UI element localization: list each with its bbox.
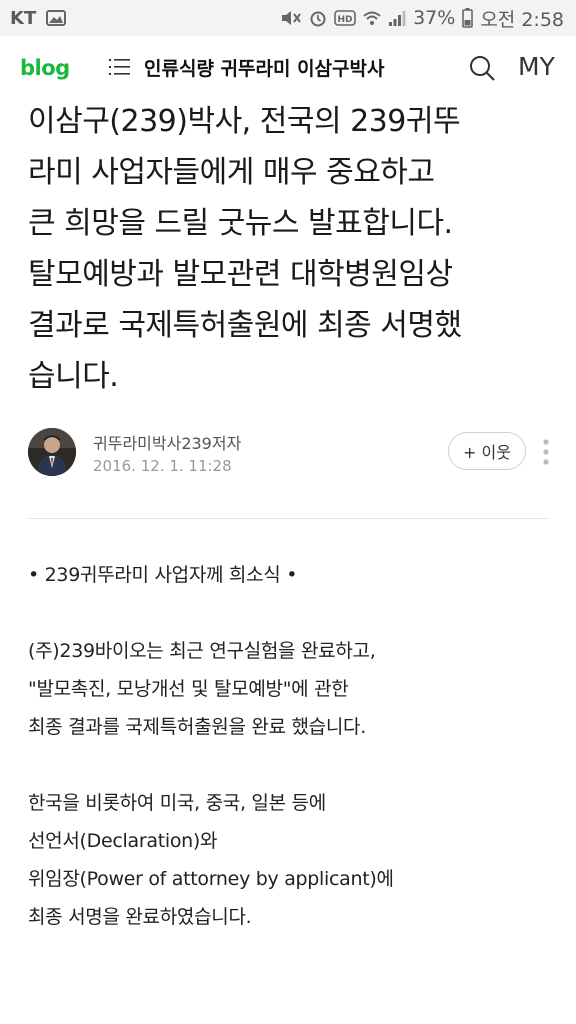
gallery-notification-icon	[46, 10, 67, 26]
author-name[interactable]: 귀뚜라미박사239저자	[93, 430, 241, 454]
blog-title[interactable]: 인류식량 귀뚜라미 이삼구박사	[144, 54, 384, 81]
body-paragraph-line: (주)239바이오는 최근 연구실험을 완료하고,	[28, 640, 376, 662]
vertical-dots-icon[interactable]	[542, 438, 550, 470]
post-body: • 239귀뚜라미 사업자께 희소식 • (주)239바이오는 최근 연구실험을…	[28, 556, 558, 936]
wifi-icon	[363, 9, 381, 27]
blog-logo[interactable]: blog	[20, 56, 70, 80]
status-bar-right: HD 37% 오전 2:58	[280, 5, 576, 32]
add-neighbor-button[interactable]: + 이웃	[448, 432, 526, 470]
battery-percent: 37%	[413, 7, 456, 29]
blog-header: blog 인류식량 귀뚜라미 이삼구박사 MY	[0, 36, 576, 100]
body-paragraph-line: 위임장(Power of attorney by applicant)에	[28, 868, 394, 890]
body-paragraph-line: 최종 서명을 완료하였습니다.	[28, 906, 252, 928]
post-date: 2016. 12. 1. 11:28	[93, 457, 232, 475]
alarm-icon	[309, 9, 327, 27]
body-paragraph-line: "발모촉진, 모낭개선 및 탈모예방"에 관한	[28, 678, 349, 700]
battery-icon	[462, 8, 474, 28]
search-icon[interactable]	[468, 54, 496, 86]
body-paragraph-line: 선언서(Declaration)와	[28, 830, 218, 852]
avatar[interactable]	[28, 428, 76, 476]
body-heading: • 239귀뚜라미 사업자께 희소식 •	[28, 564, 298, 586]
post-title: 이삼구(239)박사, 전국의 239귀뚜 라미 사업자들에게 매우 중요하고 …	[28, 104, 462, 394]
body-paragraph-line: 한국을 비롯하여 미국, 중국, 일본 등에	[28, 792, 326, 814]
svg-text:HD: HD	[338, 15, 353, 25]
clock: 오전 2:58	[480, 8, 564, 31]
divider	[28, 518, 549, 519]
signal-icon	[388, 9, 406, 27]
status-bar: KT HD 37% 오전 2:58	[0, 0, 576, 36]
hd-voice-icon: HD	[334, 10, 356, 26]
list-menu-icon[interactable]	[108, 56, 132, 82]
body-paragraph-line: 최종 결과를 국제특허출원을 완료 했습니다.	[28, 716, 366, 738]
mute-icon	[280, 9, 302, 27]
status-bar-left: KT	[0, 7, 67, 29]
carrier-label: KT	[10, 7, 37, 29]
my-button[interactable]: MY	[518, 52, 555, 81]
